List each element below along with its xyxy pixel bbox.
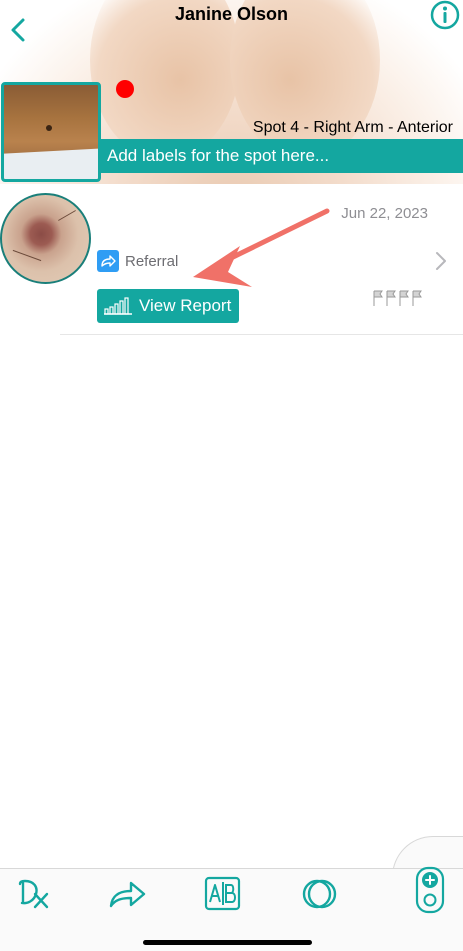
dx-icon[interactable] — [14, 876, 54, 912]
annotation-arrow-icon — [193, 208, 330, 287]
ab-compare-icon[interactable] — [203, 876, 243, 912]
home-indicator — [143, 940, 312, 945]
share-icon[interactable] — [108, 876, 148, 912]
overlap-circles-icon[interactable] — [300, 876, 340, 912]
add-dermatoscope-icon[interactable] — [410, 866, 450, 914]
